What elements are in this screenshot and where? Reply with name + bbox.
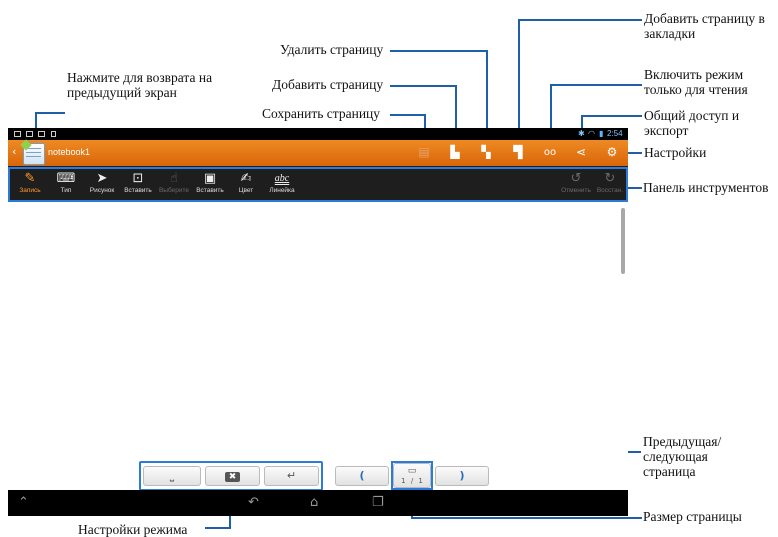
page-size-highlight — [391, 461, 433, 490]
callout-prev-next: Предыдущая/ следующая страница — [643, 434, 722, 479]
mail-icon — [26, 131, 33, 137]
callout-toolbar: Панель инструментов — [643, 180, 769, 195]
add-page-icon[interactable]: ▙ — [446, 145, 464, 159]
bookmark-icon[interactable]: ▜ — [509, 145, 527, 159]
prev-page-icon: ( — [359, 469, 365, 482]
notebook-app-icon[interactable] — [20, 139, 45, 165]
space-icon: ⎵ — [169, 469, 175, 482]
backspace-icon: ✖ — [224, 472, 241, 482]
notebook-title: notebook1 — [48, 147, 91, 157]
status-time: 2:54 — [607, 129, 623, 138]
save-page-icon[interactable]: ▤ — [415, 145, 433, 159]
toolbar-highlight — [8, 167, 628, 202]
message-icon — [38, 131, 45, 137]
callout-save: Сохранить страницу — [262, 106, 381, 121]
note-canvas[interactable] — [8, 202, 628, 490]
title-bar: ‹ notebook1 ▤ ▙ ▚ ▜ oo ⋖ ⚙ — [8, 139, 628, 166]
share-icon[interactable]: ⋖ — [572, 145, 590, 159]
delete-page-icon[interactable]: ▚ — [477, 145, 495, 159]
hide-keyboard-icon[interactable]: ⌃ — [18, 495, 29, 510]
callout-add: Добавить страницу — [272, 77, 384, 92]
gallery-icon — [14, 131, 21, 137]
status-bar: ✱ ◠ ▮ 2:54 — [8, 128, 628, 140]
next-page-button[interactable]: ) — [435, 466, 489, 486]
settings-gear-icon[interactable]: ⚙ — [603, 145, 621, 159]
read-only-glasses-icon[interactable]: oo — [541, 147, 559, 158]
backspace-key[interactable]: ✖ — [205, 466, 260, 486]
callout-mode-settings: Настройки режима — [78, 522, 188, 537]
callout-share: Общий доступ и экспорт — [644, 108, 740, 138]
prev-page-button[interactable]: ( — [335, 466, 389, 486]
file-icon — [51, 131, 56, 137]
back-nav-icon[interactable]: ↶ — [248, 495, 259, 510]
wifi-icon: ◠ — [588, 129, 595, 138]
callout-bookmark: Добавить страницу в закладки — [644, 11, 765, 41]
home-nav-icon[interactable]: ⌂ — [310, 495, 318, 510]
recent-apps-icon[interactable]: ❐ — [372, 495, 384, 510]
scrollbar[interactable] — [621, 208, 625, 274]
bluetooth-icon: ✱ — [578, 129, 585, 138]
enter-icon: ↵ — [286, 469, 297, 482]
callout-settings: Настройки — [644, 145, 707, 160]
callout-delete: Удалить страницу — [280, 42, 384, 57]
next-page-icon: ) — [459, 469, 465, 482]
space-key[interactable]: ⎵ — [143, 466, 201, 486]
enter-key[interactable]: ↵ — [264, 466, 319, 486]
callout-page-size: Размер страницы — [643, 509, 742, 524]
callout-read-only: Включить режим только для чтения — [644, 67, 748, 97]
battery-icon: ▮ — [599, 129, 604, 138]
callout-back: Нажмите для возврата на предыдущий экран — [67, 70, 213, 100]
back-icon[interactable]: ‹ — [12, 145, 16, 158]
